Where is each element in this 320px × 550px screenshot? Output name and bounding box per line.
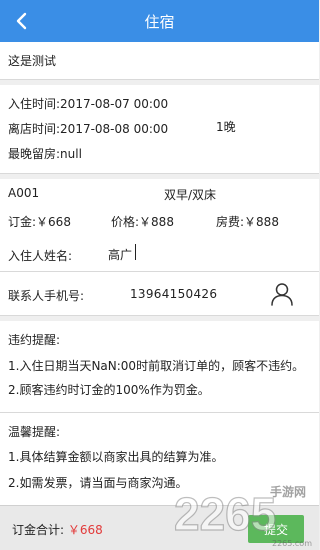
back-button[interactable]	[8, 6, 36, 36]
app-header: 住宿	[0, 0, 319, 42]
contact-picker-button[interactable]	[269, 281, 295, 307]
chevron-left-icon	[16, 12, 27, 30]
room-type: 双早/双床	[164, 188, 217, 202]
kind-tips-title: 温馨提醒:	[8, 425, 61, 439]
deposit-total: 订金合计: ￥668	[12, 521, 103, 538]
checkout-time: 离店时间:2017-08-08 00:00	[8, 122, 169, 136]
kind-tips-item: 1.具体结算金额以商家出具的结算为准。	[8, 450, 224, 464]
latest-hold-time: 最晚留房:null	[8, 147, 82, 161]
breach-policy-title: 违约提醒:	[8, 333, 61, 347]
checkin-time: 入住时间:2017-08-07 00:00	[8, 97, 169, 111]
page-title: 住宿	[144, 12, 175, 31]
breach-policy: 违约提醒: 1.入住日期当天NaN:00时前取消订单的，顾客不违约。 2.顾客违…	[0, 321, 319, 413]
contact-phone-label: 联系人手机号:	[8, 289, 85, 303]
nights-count: 1晚	[216, 120, 236, 134]
bottom-bar: 订金合计: ￥668 提交	[0, 505, 319, 550]
submit-button[interactable]: 提交	[248, 515, 304, 543]
hotel-name: 这是测试	[0, 42, 319, 80]
breach-policy-item: 2.顾客违约时订金的100%作为罚金。	[8, 383, 210, 397]
kind-tips: 温馨提醒: 1.具体结算金额以商家出具的结算为准。 2.如需发票，请当面与商家沟…	[0, 413, 319, 505]
guest-name-label: 入住人姓名:	[8, 249, 73, 263]
deposit-total-amount: ￥668	[67, 523, 103, 537]
room-code: A001	[8, 186, 40, 200]
breach-policy-item: 1.入住日期当天NaN:00时前取消订单的，顾客不违约。	[8, 359, 305, 373]
person-icon	[271, 283, 293, 306]
contact-phone-row: 联系人手机号: 13964150426	[0, 272, 319, 316]
deposit: 订金:￥668	[8, 215, 71, 229]
room-info: A001 双早/双床 订金:￥668 价格:￥888 房费:￥888 入住人姓名…	[0, 179, 319, 272]
kind-tips-item: 2.如需发票，请当面与商家沟通。	[8, 476, 188, 490]
contact-phone-value[interactable]: 13964150426	[130, 287, 217, 301]
text-cursor	[135, 244, 136, 260]
price: 价格:￥888	[111, 215, 174, 229]
room-fee: 房费:￥888	[216, 215, 279, 229]
stay-dates: 入住时间:2017-08-07 00:00 离店时间:2017-08-08 00…	[0, 85, 319, 174]
deposit-total-label: 订金合计:	[12, 523, 65, 537]
